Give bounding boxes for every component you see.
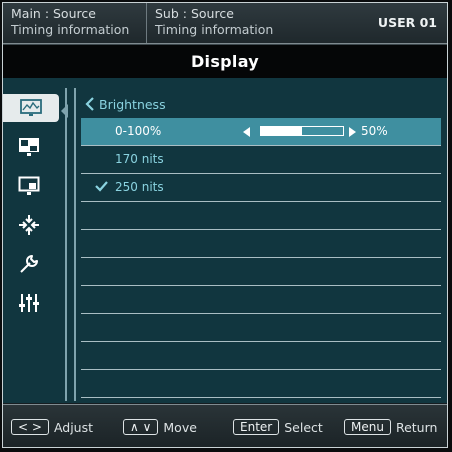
option-label: 250 nits bbox=[115, 180, 164, 194]
slider-right-arrow-icon[interactable] bbox=[349, 127, 356, 137]
sub-source-info: Sub : Source Timing information bbox=[155, 6, 273, 38]
key-guide-bar: < > Adjust ∧ ∨ Move Enter Select Menu Re… bbox=[3, 404, 447, 447]
submenu-title: Brightness bbox=[99, 96, 166, 112]
move-key: ∧ ∨ bbox=[123, 419, 159, 435]
sub-timing-info: Timing information bbox=[155, 22, 274, 37]
submenu-panel: Brightness 0-100% 50% 170 nits 250 nits bbox=[81, 78, 443, 403]
menu-key: Menu bbox=[344, 419, 391, 435]
main-source-label: Main : Source bbox=[11, 6, 96, 21]
hint-select: Enter Select bbox=[233, 419, 323, 435]
empty-row bbox=[81, 314, 441, 342]
empty-row bbox=[81, 342, 441, 370]
picture-icon bbox=[20, 99, 42, 116]
sidebar-item-custom[interactable] bbox=[14, 289, 44, 317]
adjust-key: < > bbox=[11, 419, 49, 435]
hint-adjust: < > Adjust bbox=[11, 419, 93, 435]
empty-row bbox=[81, 230, 441, 258]
empty-row bbox=[81, 370, 441, 398]
slider-fill bbox=[261, 127, 302, 135]
enter-key: Enter bbox=[233, 419, 280, 435]
return-label: Return bbox=[395, 419, 438, 435]
slider-track bbox=[260, 126, 344, 136]
move-label: Move bbox=[163, 419, 197, 435]
osd-window: Main : Source Timing information Sub : S… bbox=[2, 2, 448, 448]
empty-row bbox=[81, 286, 441, 314]
back-to-brightness[interactable]: Brightness bbox=[85, 94, 166, 114]
sidebar-item-pbp[interactable] bbox=[14, 172, 44, 200]
equalizer-icon bbox=[19, 294, 39, 312]
pbp-icon bbox=[18, 176, 40, 195]
select-label: Select bbox=[284, 419, 323, 435]
page-title: Display bbox=[190, 52, 260, 71]
menu-sidebar bbox=[3, 78, 61, 403]
checkmark-icon bbox=[95, 181, 108, 192]
option-row-250-nits[interactable]: 250 nits bbox=[81, 174, 441, 202]
sidebar-item-display[interactable] bbox=[3, 94, 59, 122]
adjust-label: Adjust bbox=[53, 419, 94, 435]
menu-content: Brightness 0-100% 50% 170 nits 250 nits bbox=[3, 78, 447, 403]
empty-row bbox=[81, 258, 441, 286]
chevron-left-icon bbox=[85, 97, 94, 111]
slider-value: 50% bbox=[361, 124, 388, 138]
main-timing-info: Timing information bbox=[11, 22, 130, 37]
option-row-percent[interactable]: 0-100% 50% bbox=[81, 118, 441, 146]
option-row-170-nits[interactable]: 170 nits bbox=[81, 146, 441, 174]
slider-left-arrow-icon[interactable] bbox=[243, 127, 250, 137]
main-source-info: Main : Source Timing information bbox=[11, 6, 129, 38]
panel-rail-left bbox=[65, 88, 67, 401]
pip-icon bbox=[19, 138, 39, 156]
sidebar-item-arrange[interactable] bbox=[14, 211, 44, 239]
user-mode-label: USER 01 bbox=[377, 15, 437, 30]
wrench-icon bbox=[20, 255, 38, 273]
panel-rail-right bbox=[74, 88, 76, 401]
brightness-slider[interactable]: 50% bbox=[243, 124, 388, 138]
status-header: Main : Source Timing information Sub : S… bbox=[3, 3, 447, 44]
option-label: 170 nits bbox=[115, 152, 164, 166]
option-label: 0-100% bbox=[115, 124, 162, 138]
sub-source-label: Sub : Source bbox=[155, 6, 234, 21]
hint-move: ∧ ∨ Move bbox=[123, 419, 197, 435]
empty-row bbox=[81, 202, 441, 230]
sidebar-item-system[interactable] bbox=[14, 250, 44, 278]
menu-title-bar: Display bbox=[3, 44, 447, 79]
hint-return: Menu Return bbox=[344, 419, 437, 435]
arrange-icon bbox=[19, 215, 39, 235]
sidebar-item-pip[interactable] bbox=[14, 133, 44, 161]
header-divider bbox=[146, 3, 147, 43]
